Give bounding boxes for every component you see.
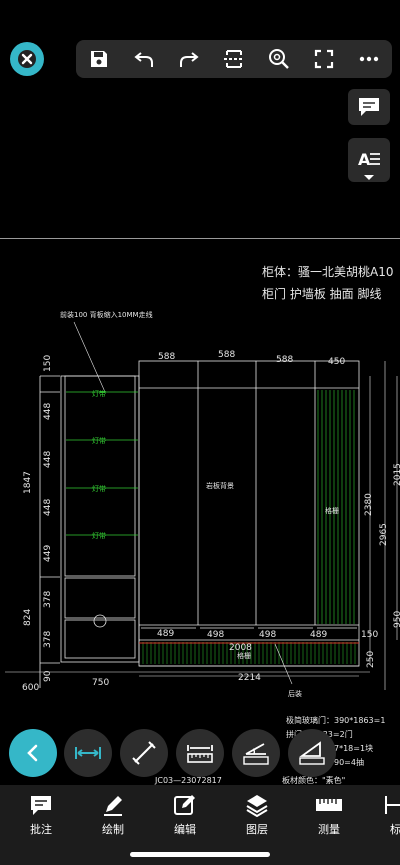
bottom-dim-3: 498 bbox=[259, 630, 276, 640]
width-2214: 2214 bbox=[238, 673, 261, 683]
right-dim-250: 250 bbox=[366, 651, 376, 668]
bottom-dim-1: 489 bbox=[157, 629, 174, 639]
note-leader bbox=[73, 321, 106, 393]
top-dim-3: 588 bbox=[276, 355, 293, 365]
left-dim-448c: 448 bbox=[43, 499, 53, 516]
bottom-dim-4: 489 bbox=[310, 630, 327, 640]
drawing-title-line2: 柜门 护墙板 抽面 脚线 bbox=[262, 286, 381, 301]
top-dim-4: 450 bbox=[328, 357, 345, 367]
aligned-measure-button[interactable] bbox=[120, 729, 168, 777]
shelf-label-1: 灯带 bbox=[92, 389, 106, 398]
shelf-lights bbox=[66, 391, 138, 536]
left-dim-449: 449 bbox=[43, 545, 53, 562]
right-dim-2965: 2965 bbox=[379, 523, 389, 546]
left-total-lower: 824 bbox=[23, 609, 33, 626]
layers-icon bbox=[246, 795, 268, 817]
ruler-icon bbox=[187, 745, 213, 763]
area-icon bbox=[299, 741, 325, 765]
ruler-button[interactable] bbox=[176, 729, 224, 777]
measure-icon bbox=[316, 799, 342, 811]
spec-line-1: 极简玻璃门：390*1863=1 bbox=[286, 715, 385, 725]
right-dim-2380: 2380 bbox=[364, 493, 374, 516]
left-dim-378a: 378 bbox=[43, 591, 53, 608]
spec-line-4: 90=4抽 bbox=[334, 757, 364, 767]
edit-icon bbox=[174, 795, 195, 815]
back-icon bbox=[27, 744, 38, 762]
horizontal-measure-icon bbox=[75, 747, 101, 759]
angle-button[interactable] bbox=[232, 729, 280, 777]
nav-tag[interactable]: 标 bbox=[366, 793, 400, 837]
nav-layers[interactable]: 图层 bbox=[227, 793, 287, 837]
nav-measure[interactable]: 测量 bbox=[299, 793, 359, 837]
spec-line-3: 7*18=1块 bbox=[334, 743, 373, 753]
width-600: 600 bbox=[22, 683, 39, 693]
right-dim-950: 950 bbox=[393, 611, 400, 628]
shelf-label-4: 灯带 bbox=[92, 531, 106, 540]
aligned-measure-icon bbox=[132, 741, 156, 765]
rear-label: 后装 bbox=[288, 689, 302, 698]
pen-icon bbox=[104, 796, 122, 816]
top-dim-1: 588 bbox=[158, 352, 175, 362]
nav-comment[interactable]: 批注 bbox=[11, 793, 71, 837]
tag-icon bbox=[385, 796, 400, 814]
horizontal-measure-button[interactable] bbox=[64, 729, 112, 777]
shelf-label-3: 灯带 bbox=[92, 484, 106, 493]
nav-measure-label: 测量 bbox=[318, 823, 340, 836]
width-750: 750 bbox=[92, 678, 109, 688]
center-label: 岩板背景 bbox=[206, 481, 234, 490]
area-button[interactable] bbox=[288, 729, 336, 777]
home-indicator bbox=[130, 852, 270, 857]
nav-draw[interactable]: 绘制 bbox=[83, 793, 143, 837]
nav-draw-label: 绘制 bbox=[102, 823, 124, 836]
left-dim-448b: 448 bbox=[43, 451, 53, 468]
top-dim-2: 588 bbox=[218, 350, 235, 360]
nav-edit[interactable]: 编辑 bbox=[155, 793, 215, 837]
angle-icon bbox=[243, 743, 269, 765]
nav-tag-label: 标 bbox=[390, 823, 400, 836]
back-button[interactable] bbox=[9, 729, 57, 777]
left-dim-150: 150 bbox=[43, 355, 53, 372]
left-total-upper: 1847 bbox=[23, 471, 33, 494]
left-dim-448a: 448 bbox=[43, 403, 53, 420]
left-dim-378b: 378 bbox=[43, 631, 53, 648]
shelf-label-2: 灯带 bbox=[92, 436, 106, 445]
drawing-title-line1: 柜体：骚一北美胡桃A10 bbox=[262, 264, 393, 279]
comment-icon bbox=[31, 796, 51, 815]
footer-left: JC03—23072817 bbox=[154, 776, 222, 785]
nav-layers-label: 图层 bbox=[246, 823, 268, 836]
bottom-label: 格栅 bbox=[237, 651, 251, 660]
drawing-note-top: 前装100 背板缩入10MM走线 bbox=[60, 310, 153, 319]
left-shelving-unit bbox=[39, 375, 140, 688]
right-label: 格栅 bbox=[325, 506, 339, 515]
bottom-dim-2: 498 bbox=[207, 630, 224, 640]
nav-comment-label: 批注 bbox=[30, 823, 52, 836]
right-dim-2015: 2015 bbox=[393, 463, 400, 486]
cad-drawing-canvas[interactable]: 柜体：骚一北美胡桃A10 柜门 护墙板 抽面 脚线 前装100 背板缩入10MM… bbox=[0, 0, 400, 790]
nav-edit-label: 编辑 bbox=[174, 823, 196, 836]
